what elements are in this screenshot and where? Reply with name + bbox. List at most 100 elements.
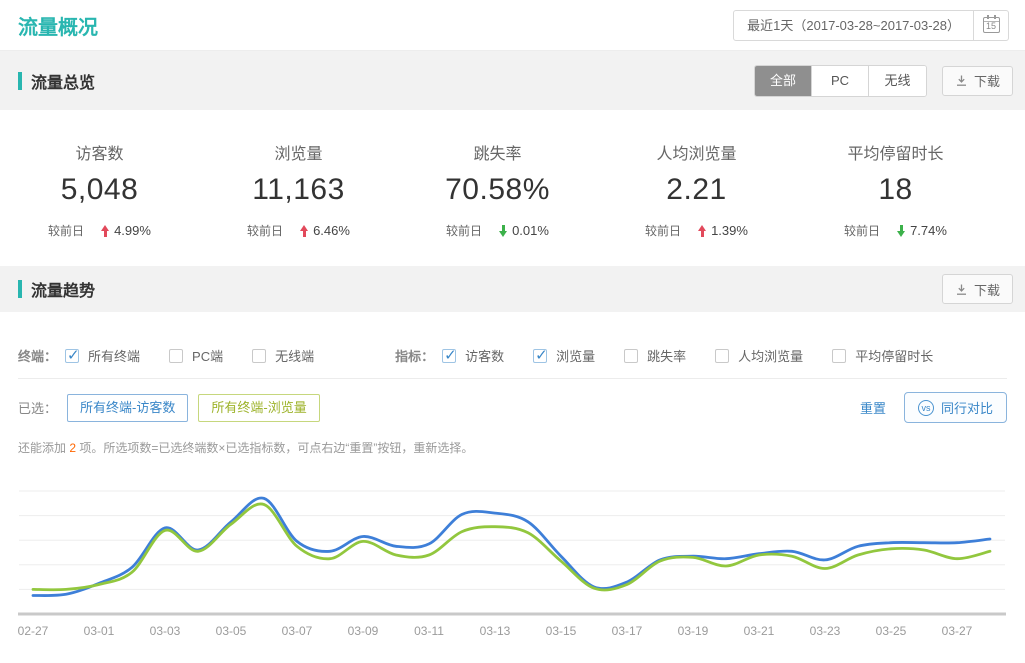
x-tick-label: 03-01 — [84, 624, 115, 638]
compare-label: 较前日 — [446, 222, 482, 239]
checkbox-label: 无线端 — [275, 346, 314, 365]
checkbox-terminal-all[interactable]: 所有终端 — [65, 346, 140, 365]
date-range-picker[interactable]: 最近1天（2017-03-28~2017-03-28） 15 — [733, 10, 1009, 41]
x-tick-label: 03-03 — [150, 624, 181, 638]
checkbox-unchecked-icon[interactable] — [715, 349, 729, 363]
checkbox-metric-avg-duration[interactable]: 平均停留时长 — [832, 346, 933, 365]
metric-value: 5,048 — [0, 173, 199, 207]
section-accent-bar — [18, 280, 22, 298]
change-value: 4.99% — [114, 223, 151, 238]
selected-tag-visitors[interactable]: 所有终端-访客数 — [67, 394, 188, 422]
note-prefix: 还能添加 — [18, 441, 69, 455]
checkbox-label: 人均浏览量 — [738, 346, 803, 365]
checkbox-label: PC端 — [192, 346, 223, 365]
section-accent-bar — [18, 72, 22, 90]
metric-value: 11,163 — [199, 173, 398, 207]
x-tick-label: 03-27 — [942, 624, 973, 638]
checkbox-checked-icon[interactable] — [533, 349, 547, 363]
series-line-pageviews[interactable] — [33, 504, 990, 590]
date-range-text[interactable]: 最近1天（2017-03-28~2017-03-28） — [734, 11, 974, 40]
note-suffix: 项。所选项数=已选终端数×已选指标数，可点右边“重置”按钮，重新选择。 — [76, 441, 473, 455]
trend-chart-svg[interactable]: 02-27 03-01 03-03 03-05 03-07 03-09 03-11 03-13… — [18, 472, 1006, 646]
download-icon — [955, 283, 968, 296]
x-tick-label: 02-27 — [18, 624, 49, 638]
metric-label: 平均停留时长 — [796, 140, 995, 164]
trend-chart[interactable]: 02-27 03-01 03-03 03-05 03-07 03-09 03-11 03-13… — [18, 472, 1007, 646]
trend-download-button[interactable]: 下载 — [942, 274, 1013, 304]
up-arrow-icon — [300, 225, 309, 237]
change-value: 0.01% — [512, 223, 549, 238]
compare-label: 较前日 — [247, 222, 283, 239]
selected-tag-pageviews[interactable]: 所有终端-浏览量 — [198, 394, 319, 422]
checkbox-terminal-wireless[interactable]: 无线端 — [252, 346, 314, 365]
compare-label: 较前日 — [645, 222, 681, 239]
x-tick-label: 03-13 — [480, 624, 511, 638]
filter-row: 终端： 所有终端 PC端 无线端 指标： 访客数 浏览量 跳失率 — [18, 346, 1007, 365]
checkbox-terminal-pc[interactable]: PC端 — [169, 346, 223, 365]
calendar-icon: 15 — [983, 17, 1000, 33]
tab-wireless[interactable]: 无线 — [869, 66, 926, 96]
checkbox-label: 访客数 — [465, 346, 504, 365]
series-line-visitors[interactable] — [33, 498, 990, 596]
x-tick-label: 03-15 — [546, 624, 577, 638]
checkbox-metric-views-per-visitor[interactable]: 人均浏览量 — [715, 346, 803, 365]
tab-all[interactable]: 全部 — [755, 66, 812, 96]
checkbox-label: 跳失率 — [647, 346, 686, 365]
metric-label: 访客数 — [0, 140, 199, 164]
vs-icon: vs — [918, 400, 934, 416]
up-arrow-icon — [101, 225, 110, 237]
peer-compare-label: 同行对比 — [941, 398, 993, 417]
summary-section-title: 流量总览 — [18, 69, 95, 93]
peer-compare-button[interactable]: vs 同行对比 — [904, 392, 1007, 423]
tab-pc[interactable]: PC — [812, 66, 869, 96]
up-arrow-icon — [698, 225, 707, 237]
x-tick-label: 03-09 — [348, 624, 379, 638]
checkbox-metric-visitors[interactable]: 访客数 — [442, 346, 504, 365]
checkbox-metric-pageviews[interactable]: 浏览量 — [533, 346, 595, 365]
checkbox-label: 浏览量 — [556, 346, 595, 365]
x-tick-label: 03-05 — [216, 624, 247, 638]
top-bar: 流量概况 最近1天（2017-03-28~2017-03-28） 15 — [0, 0, 1025, 51]
change-value: 1.39% — [711, 223, 748, 238]
compare-label: 较前日 — [844, 222, 880, 239]
down-arrow-icon — [499, 225, 508, 237]
metric-card-avg-duration: 平均停留时长 18 较前日 7.74% — [796, 140, 995, 266]
change-value: 7.74% — [910, 223, 947, 238]
reset-link[interactable]: 重置 — [860, 398, 886, 417]
calendar-day-number: 15 — [984, 21, 999, 32]
selected-row: 已选： 所有终端-访客数 所有终端-浏览量 重置 vs 同行对比 — [18, 392, 1007, 423]
divider — [18, 378, 1007, 379]
metric-card-visitors: 访客数 5,048 较前日 4.99% — [0, 140, 199, 266]
x-tick-label: 03-07 — [282, 624, 313, 638]
summary-title-text: 流量总览 — [31, 69, 95, 93]
checkbox-unchecked-icon[interactable] — [252, 349, 266, 363]
download-label: 下载 — [974, 71, 1000, 90]
x-tick-label: 03-25 — [876, 624, 907, 638]
metric-value: 2.21 — [597, 173, 796, 207]
summary-download-button[interactable]: 下载 — [942, 66, 1013, 96]
x-tick-label: 03-11 — [414, 624, 444, 638]
selected-label: 已选： — [18, 398, 57, 417]
checkbox-checked-icon[interactable] — [442, 349, 456, 363]
metric-card-bounce-rate: 跳失率 70.58% 较前日 0.01% — [398, 140, 597, 266]
download-icon — [955, 74, 968, 87]
checkbox-checked-icon[interactable] — [65, 349, 79, 363]
terminal-group-label: 终端： — [18, 346, 57, 365]
checkbox-unchecked-icon[interactable] — [832, 349, 846, 363]
calendar-button[interactable]: 15 — [974, 11, 1008, 40]
page-title: 流量概况 — [18, 11, 98, 40]
checkbox-unchecked-icon[interactable] — [169, 349, 183, 363]
metric-label: 浏览量 — [199, 140, 398, 164]
checkbox-unchecked-icon[interactable] — [624, 349, 638, 363]
metric-label: 跳失率 — [398, 140, 597, 164]
selection-note: 还能添加 2 项。所选项数=已选终端数×已选指标数，可点右边“重置”按钮，重新选… — [18, 439, 1007, 456]
trend-section-title: 流量趋势 — [18, 277, 95, 301]
traffic-summary-header: 流量总览 全部 PC 无线 下载 — [0, 51, 1025, 110]
x-tick-label: 03-19 — [678, 624, 709, 638]
traffic-trend-header: 流量趋势 下载 — [0, 266, 1025, 312]
x-tick-label: 03-17 — [612, 624, 643, 638]
metrics-row: 访客数 5,048 较前日 4.99% 浏览量 11,163 较前日 6.46%… — [0, 110, 1025, 266]
metric-group-label: 指标： — [395, 346, 434, 365]
checkbox-metric-bounce-rate[interactable]: 跳失率 — [624, 346, 686, 365]
x-tick-label: 03-23 — [810, 624, 841, 638]
